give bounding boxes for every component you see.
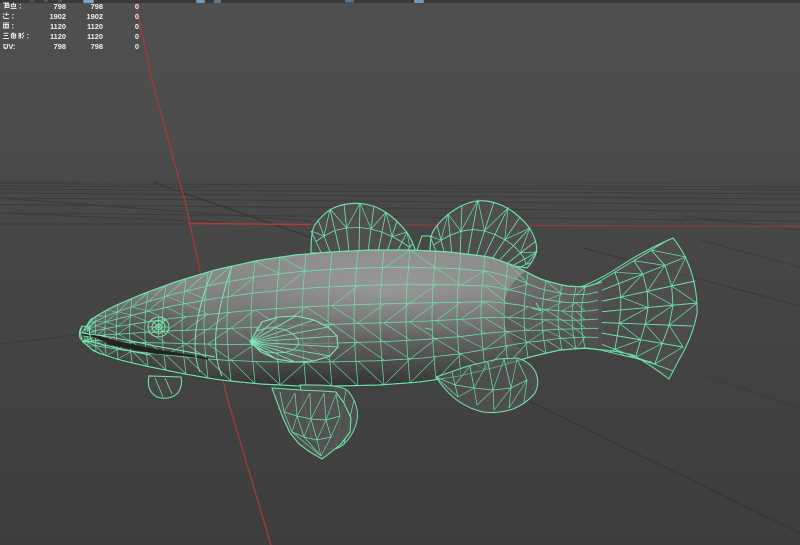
svg-text:0: 0 <box>135 42 139 51</box>
svg-text::: : <box>27 32 30 41</box>
svg-text:1120: 1120 <box>50 22 66 31</box>
svg-text:1120: 1120 <box>87 22 103 31</box>
svg-text:0: 0 <box>135 12 139 21</box>
svg-text:1902: 1902 <box>87 12 103 21</box>
svg-text:798: 798 <box>54 42 66 51</box>
svg-text:1120: 1120 <box>87 32 103 41</box>
svg-text:0: 0 <box>135 32 139 41</box>
svg-text:0: 0 <box>135 2 139 11</box>
svg-text:1902: 1902 <box>50 12 66 21</box>
svg-text::: : <box>12 12 15 21</box>
svg-text:1120: 1120 <box>50 32 66 41</box>
svg-text:0: 0 <box>135 22 139 31</box>
svg-text:798: 798 <box>91 42 103 51</box>
svg-text:798: 798 <box>91 2 103 11</box>
svg-text:798: 798 <box>54 2 66 11</box>
svg-text::: : <box>12 22 15 31</box>
svg-text:UV:: UV: <box>3 42 15 51</box>
svg-text::: : <box>19 2 22 11</box>
